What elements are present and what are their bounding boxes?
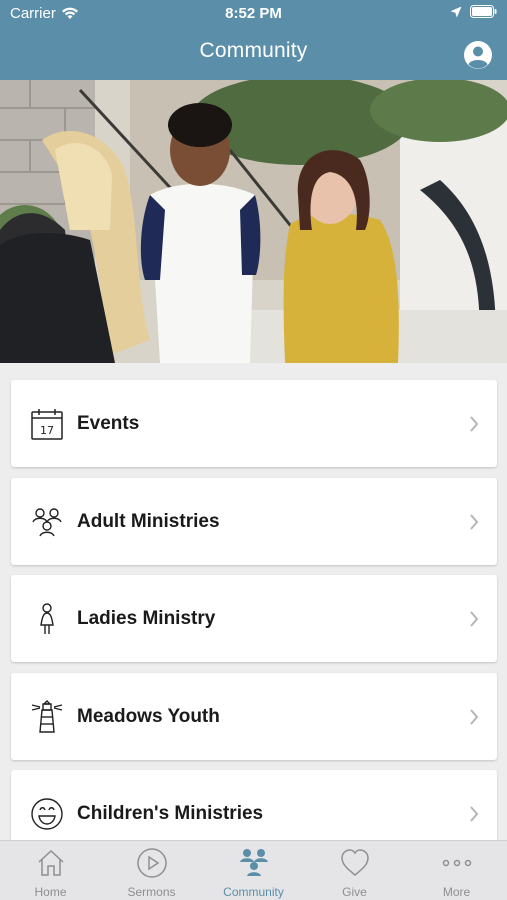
menu-item-label: Adult Ministries — [77, 511, 220, 532]
tab-home[interactable]: Home — [0, 841, 101, 900]
play-icon — [137, 848, 167, 878]
chevron-right-icon — [470, 806, 479, 822]
menu-item-childrens-ministries[interactable]: Children's Ministries — [11, 770, 497, 840]
tab-more[interactable]: More — [406, 841, 507, 900]
community-icon — [240, 849, 268, 876]
menu-item-label: Events — [77, 413, 140, 434]
heart-icon — [341, 849, 369, 876]
hero-photo — [0, 80, 507, 363]
battery-icon — [470, 5, 497, 18]
chevron-right-icon — [470, 709, 479, 725]
menu-item-events[interactable]: 17 Events — [11, 380, 497, 467]
tab-label: Sermons — [127, 885, 176, 899]
chevron-right-icon — [470, 514, 479, 530]
menu-item-ladies-ministry[interactable]: Ladies Ministry — [11, 575, 497, 662]
woman-icon — [40, 603, 54, 634]
hero-photo-illustration — [0, 80, 507, 363]
chevron-right-icon — [470, 611, 479, 627]
lighthouse-icon — [31, 700, 63, 733]
more-icon — [442, 859, 472, 867]
page-title: Community — [199, 39, 308, 62]
tab-label: Home — [34, 885, 67, 899]
calendar-day: 17 — [40, 424, 54, 437]
menu-item-label: Children's Ministries — [77, 803, 264, 824]
menu-item-label: Ladies Ministry — [77, 608, 216, 629]
tab-give[interactable]: Give — [304, 841, 405, 900]
tab-label: Give — [342, 885, 367, 899]
menu-item-adult-ministries[interactable]: Adult Ministries — [11, 478, 497, 565]
home-icon — [38, 849, 64, 876]
profile-icon[interactable] — [463, 40, 493, 70]
tab-community[interactable]: Community — [203, 841, 304, 900]
tab-label: Community — [223, 885, 284, 899]
chevron-right-icon — [470, 416, 479, 432]
menu-item-label: Meadows Youth — [77, 706, 220, 727]
smiley-icon — [31, 798, 63, 830]
tab-label: More — [442, 885, 471, 899]
calendar-icon: 17 — [31, 409, 63, 440]
status-bar: Carrier 8:52 PM — [0, 0, 507, 26]
location-arrow-icon — [450, 6, 462, 17]
menu-item-meadows-youth[interactable]: Meadows Youth — [11, 673, 497, 760]
community-menu: 17 Events Adult Ministries Ladies Minist… — [0, 363, 507, 840]
navigation-bar: Carrier 8:52 PM Community — [0, 0, 507, 80]
tab-sermons[interactable]: Sermons — [101, 841, 202, 900]
tab-bar: Home Sermons Community Give More — [0, 840, 507, 900]
clock: 8:52 PM — [225, 5, 282, 22]
adults-icon — [32, 508, 62, 537]
